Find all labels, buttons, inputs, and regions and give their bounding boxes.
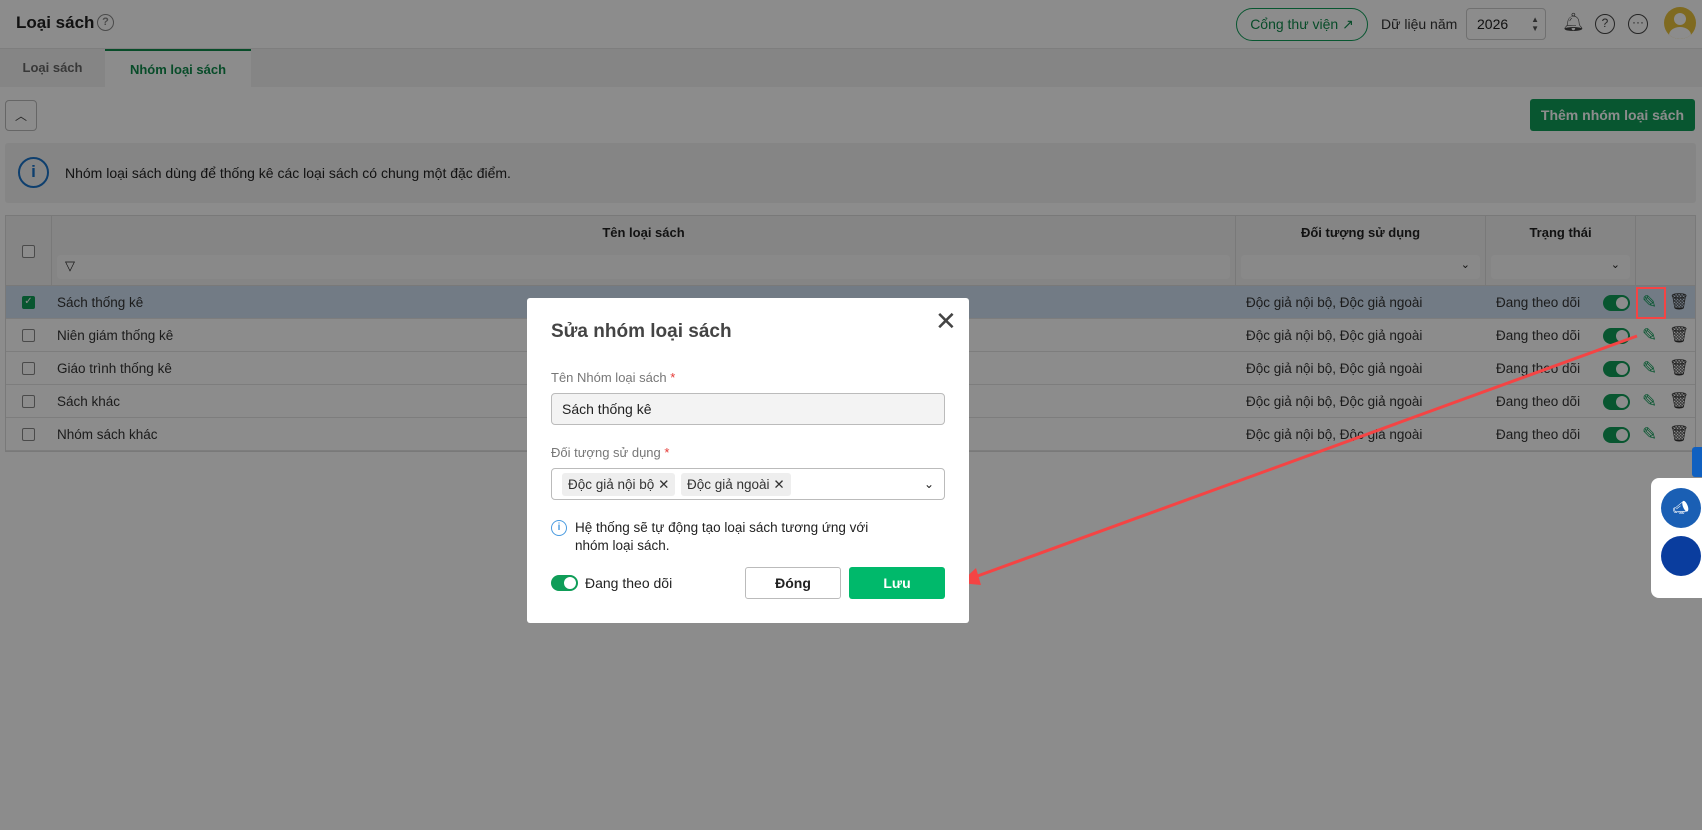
audience-multiselect[interactable]: Độc giả nội bộ ✕ Độc giả ngoài ✕ ⌄ bbox=[551, 468, 945, 500]
name-label-text: Tên Nhóm loại sách bbox=[551, 370, 667, 385]
side-widgets: 📣︎ bbox=[1651, 478, 1702, 598]
note-text: Hệ thống sẽ tự động tạo loại sách tương … bbox=[575, 520, 869, 553]
close-button[interactable]: Đóng bbox=[745, 567, 841, 599]
audience-chip: Độc giả ngoài ✕ bbox=[681, 473, 791, 496]
audience-label-text: Đối tượng sử dụng bbox=[551, 445, 661, 460]
megaphone-icon[interactable]: 📣︎ bbox=[1661, 488, 1701, 528]
chip-label: Độc giả ngoài bbox=[687, 477, 770, 492]
required-mark: * bbox=[670, 370, 676, 385]
chip-remove-icon[interactable]: ✕ bbox=[658, 477, 669, 492]
arrow-line bbox=[971, 334, 1638, 580]
audience-label: Đối tượng sử dụng * bbox=[551, 445, 669, 460]
required-mark: * bbox=[664, 445, 670, 460]
chip-label: Độc giả nội bộ bbox=[568, 477, 655, 492]
side-panel-toggle[interactable] bbox=[1692, 447, 1702, 477]
tracking-toggle[interactable] bbox=[551, 575, 578, 591]
chevron-down-icon: ⌄ bbox=[923, 477, 934, 491]
close-icon[interactable]: ✕ bbox=[935, 308, 957, 334]
chatbot-icon[interactable] bbox=[1661, 536, 1701, 576]
info-icon: i bbox=[551, 520, 567, 536]
name-label: Tên Nhóm loại sách * bbox=[551, 370, 675, 385]
toggle-label: Đang theo dõi bbox=[585, 575, 673, 591]
edit-group-modal: Sửa nhóm loại sách ✕ Tên Nhóm loại sách … bbox=[527, 298, 969, 623]
audience-chip: Độc giả nội bộ ✕ bbox=[562, 473, 676, 496]
chip-remove-icon[interactable]: ✕ bbox=[773, 477, 784, 492]
save-button[interactable]: Lưu bbox=[849, 567, 945, 599]
modal-title: Sửa nhóm loại sách bbox=[551, 321, 732, 342]
group-name-input[interactable]: Sách thống kê bbox=[551, 393, 945, 425]
auto-create-note: i Hệ thống sẽ tự động tạo loại sách tương… bbox=[551, 519, 891, 555]
